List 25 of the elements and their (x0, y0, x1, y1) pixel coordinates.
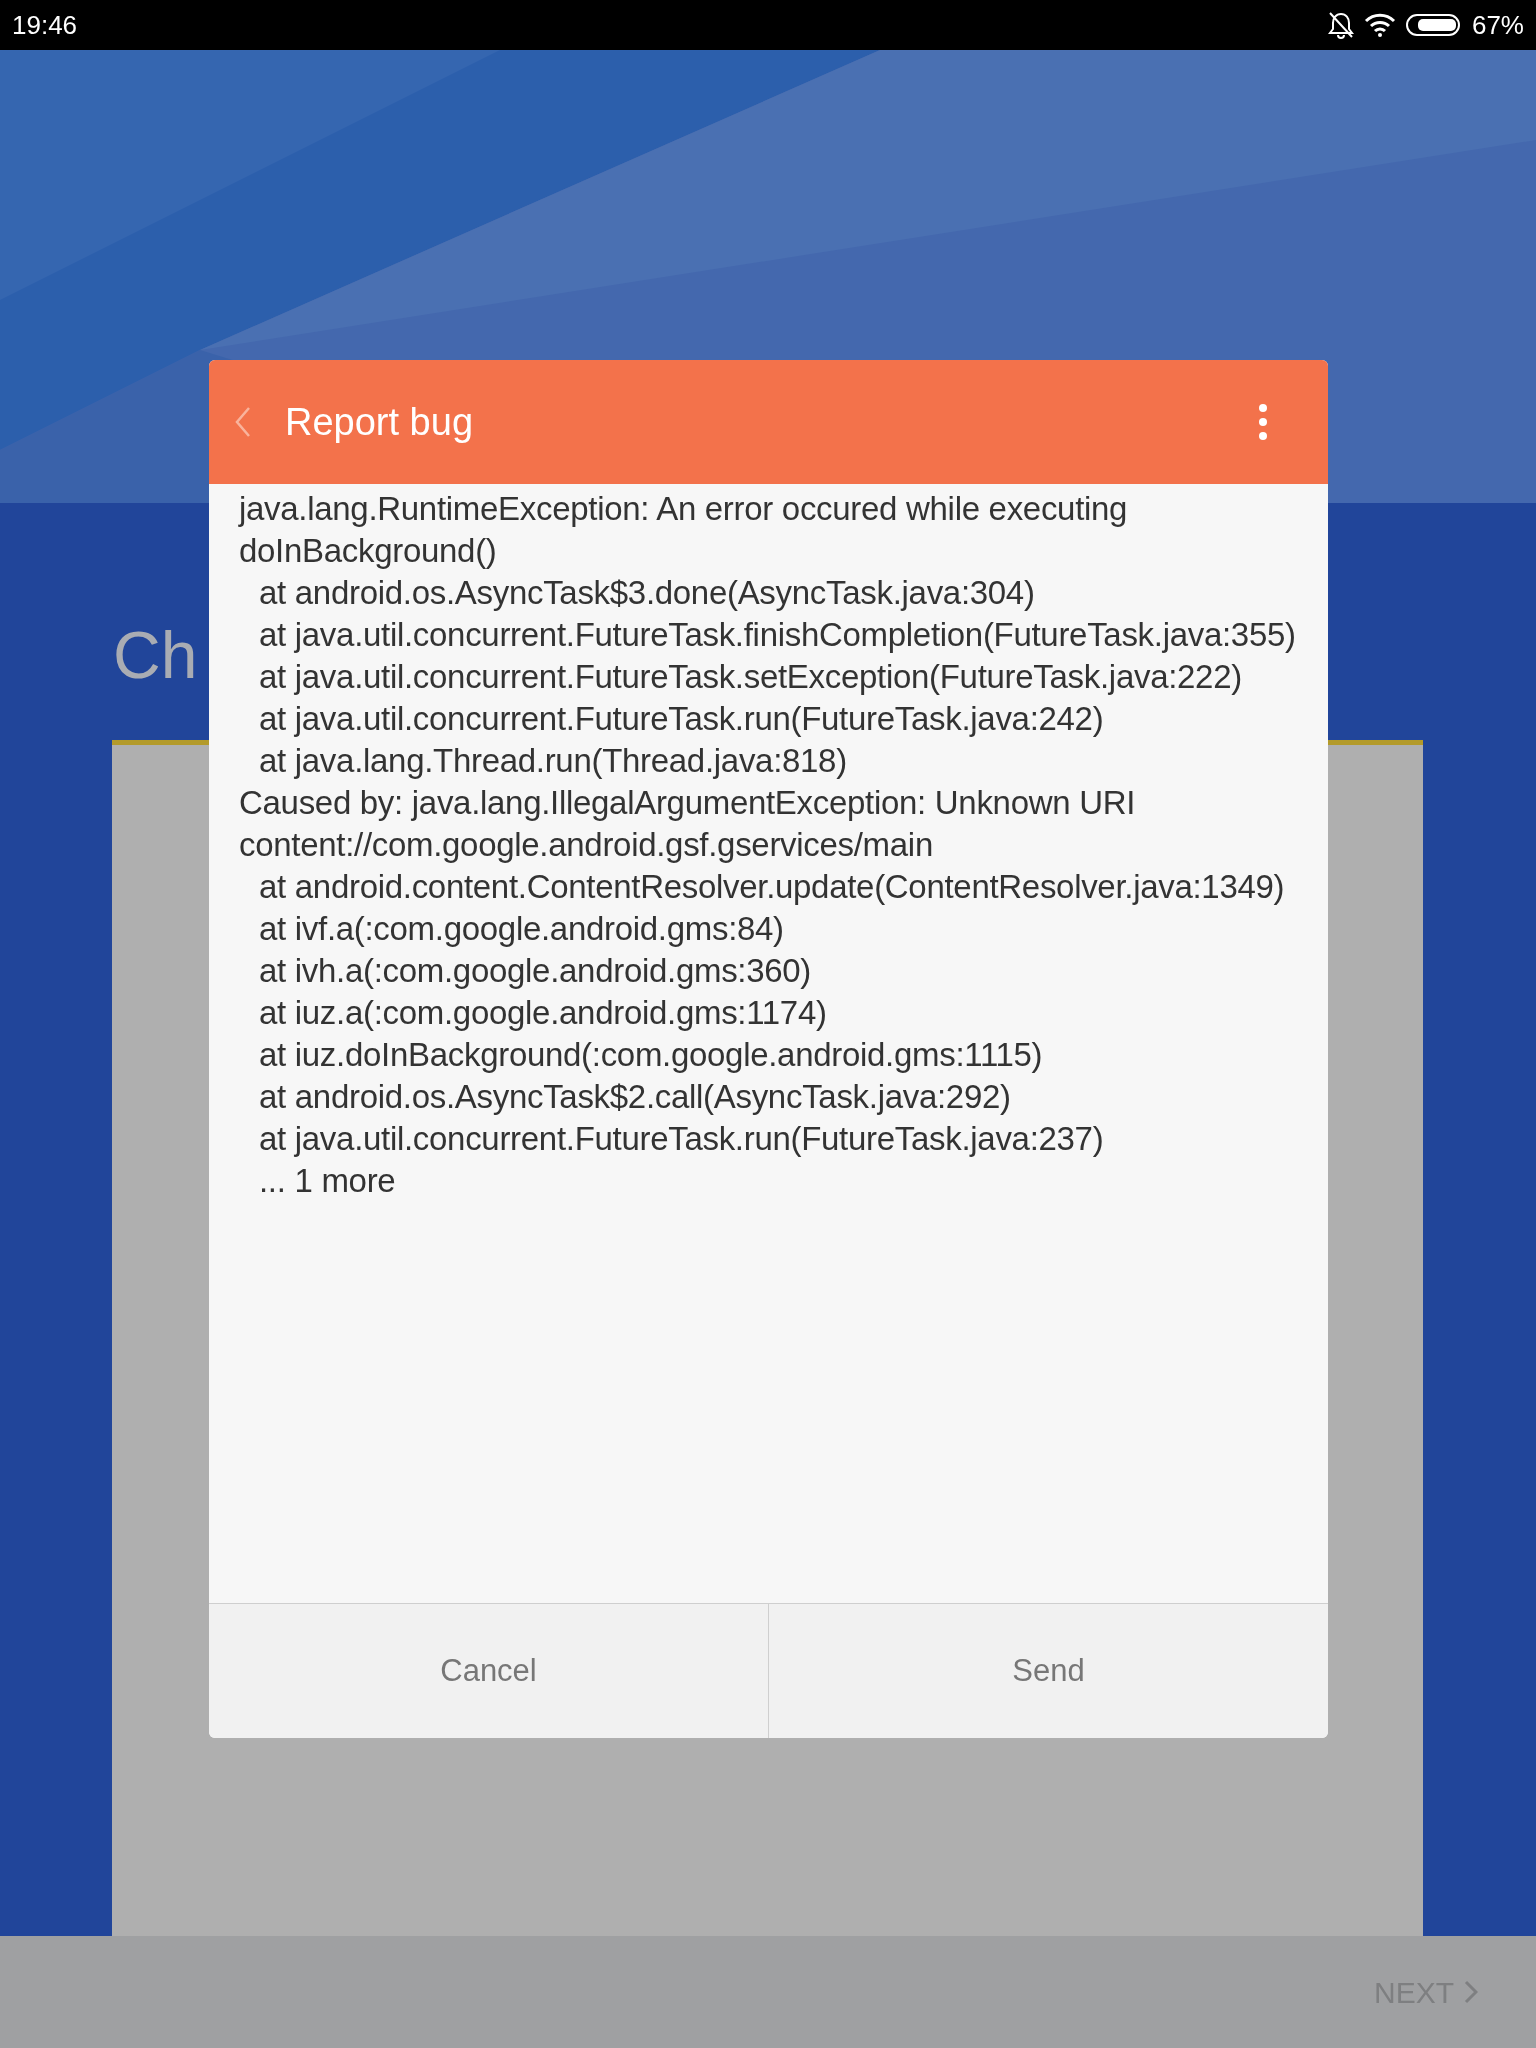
stack-frame-line: at android.os.AsyncTask$3.done(AsyncTask.java:304) (258, 573, 1036, 613)
stack-frame-line: at ivf.a(:com.google.android.gms:84) (258, 909, 785, 949)
stack-frame-line: ... 1 more (258, 1161, 397, 1201)
stack-frame-line: at java.util.concurrent.FutureTask.setException(FutureTask.java:222) (258, 657, 1243, 697)
battery-icon (1405, 14, 1462, 36)
chevron-right-icon (1464, 1980, 1478, 2004)
stack-frame-line: at android.os.AsyncTask$2.call(AsyncTask.java:292) (258, 1077, 1012, 1117)
bell-muted-icon (1327, 11, 1354, 39)
stack-frame-line: at java.lang.Thread.run(Thread.java:818) (258, 741, 848, 781)
stack-frame-line: at java.util.concurrent.FutureTask.run(FutureTask.java:237) (258, 1119, 1105, 1159)
dialog-button[interactable]: Send (768, 1604, 1328, 1738)
status-time: 19:46 (12, 8, 78, 42)
stack-frame-line: at android.content.ContentResolver.update(ContentResolver.java:1349) (258, 867, 1286, 907)
battery-percent: 67% (1471, 8, 1524, 42)
wifi-icon (1363, 13, 1396, 37)
page-title: Ch (113, 617, 198, 694)
exception-message: java.lang.RuntimeException: An error occured while executing doInBackground() (239, 489, 1129, 571)
dialog-title: Report bug (285, 399, 473, 445)
stack-frame-line: at ivh.a(:com.google.android.gms:360) (258, 951, 813, 991)
stack-frame-line: at iuz.a(:com.google.android.gms:1174) (258, 993, 828, 1033)
stack-frame-line: at java.util.concurrent.FutureTask.finishCompletion(FutureTask.java:355) (258, 615, 1297, 655)
stack-frame-line: at java.util.concurrent.FutureTask.run(FutureTask.java:242) (258, 699, 1105, 739)
dialog-button[interactable]: Cancel (209, 1604, 768, 1738)
more-options-icon[interactable] (1258, 404, 1268, 440)
stack-frame-line: at iuz.doInBackground(:com.google.android.gms:1115) (258, 1035, 1044, 1075)
